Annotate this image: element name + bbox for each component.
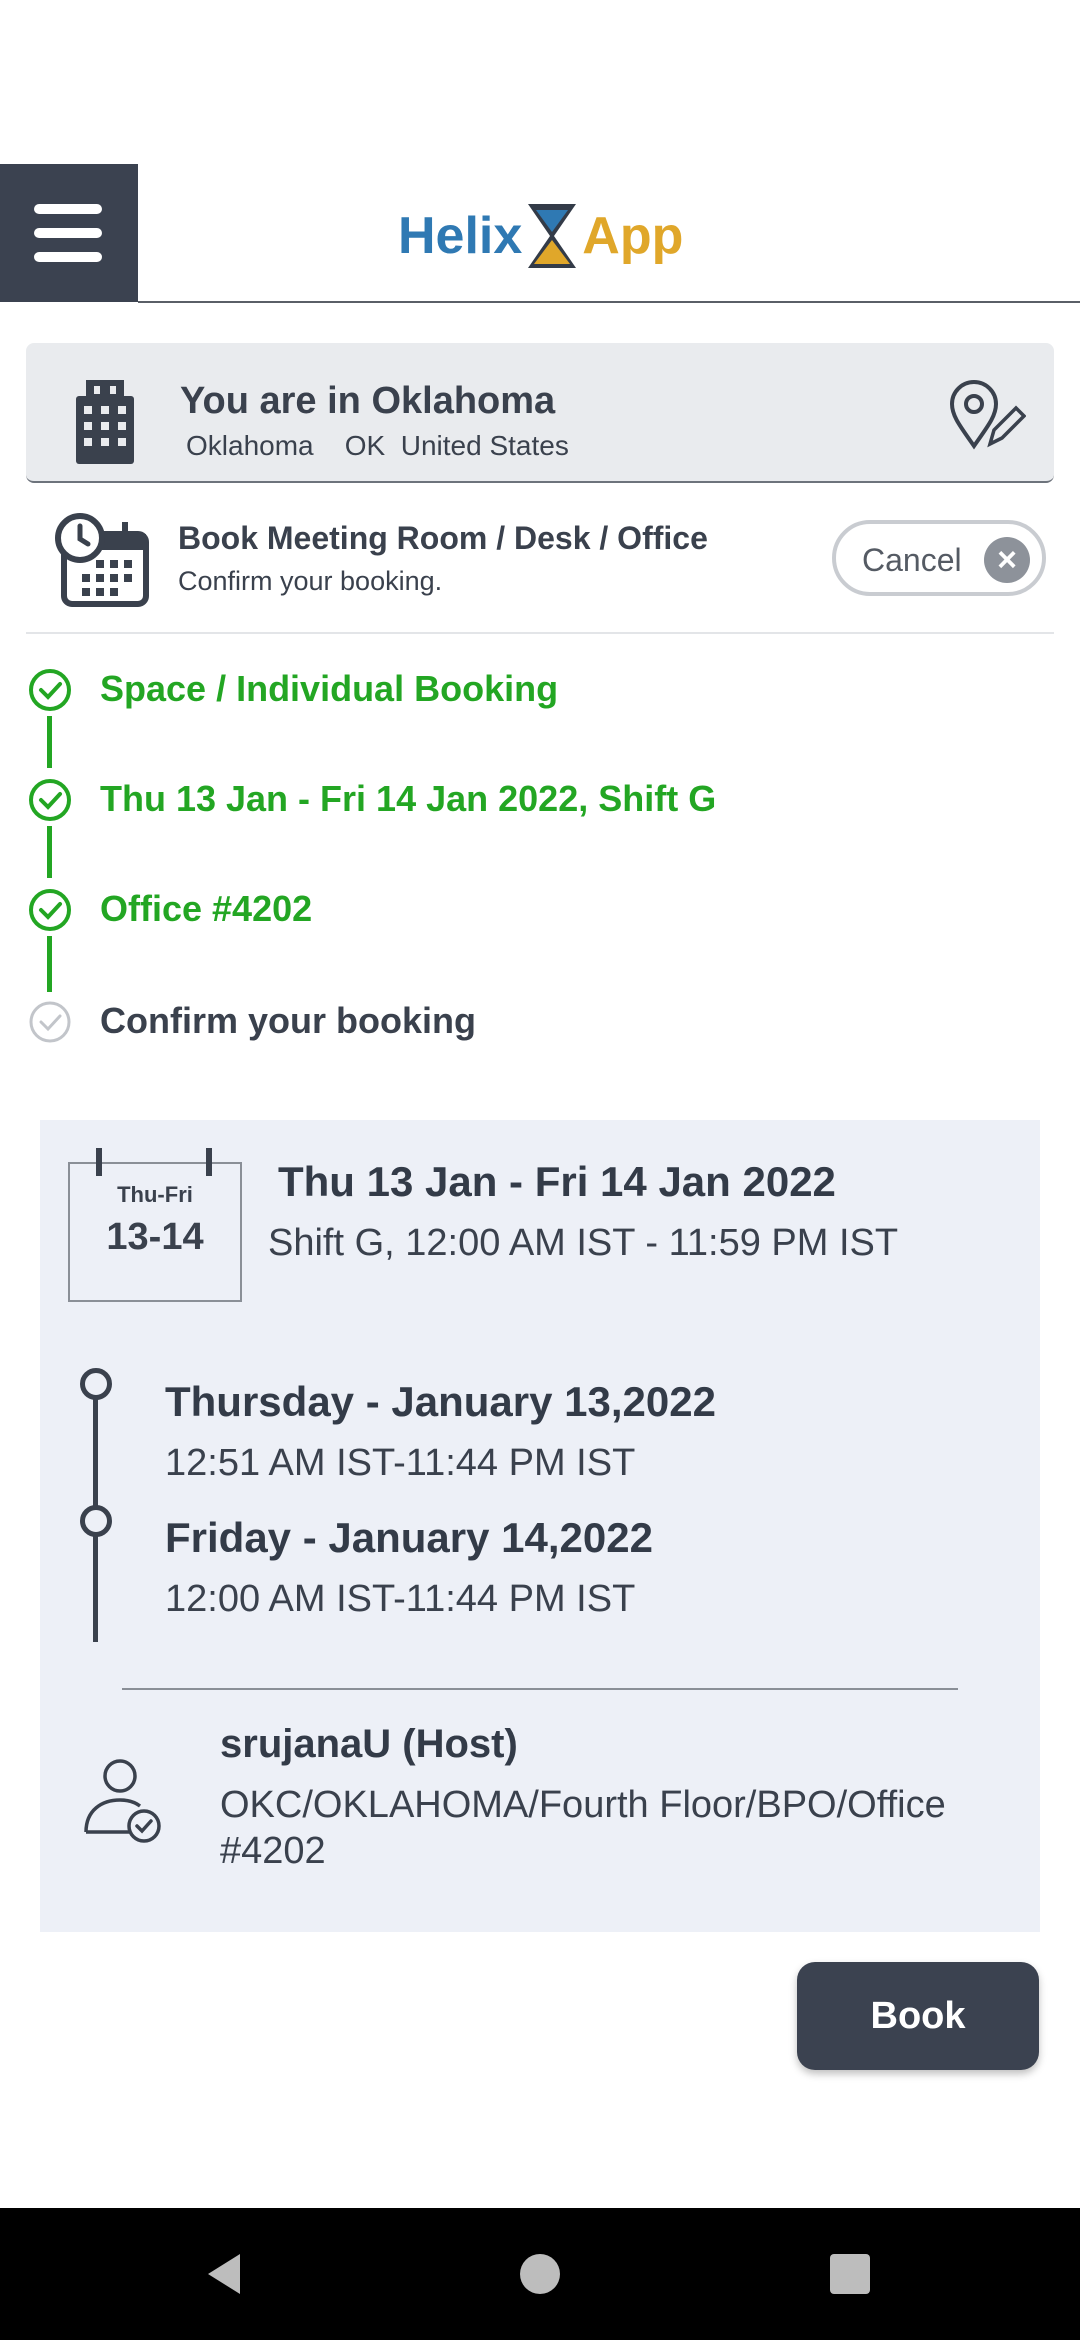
menu-button[interactable] (0, 164, 138, 302)
step-confirm: Confirm your booking (100, 1000, 476, 1041)
day-time: 12:00 AM IST-11:44 PM IST (165, 1578, 636, 1620)
booking-subtitle: Confirm your booking. (178, 566, 443, 596)
calendar-peg (96, 1148, 102, 1176)
step-connector (47, 936, 52, 992)
timeline-dot (80, 1505, 112, 1537)
day-time: 12:51 AM IST-11:44 PM IST (165, 1442, 636, 1484)
header-divider (138, 301, 1080, 303)
location-title: You are in Oklahoma (180, 380, 556, 422)
calendar-peg (206, 1148, 212, 1176)
book-button[interactable]: Book (797, 1962, 1039, 2070)
step-connector (47, 826, 52, 878)
menu-icon-bar (34, 252, 102, 262)
calendar-dates: 13-14 (106, 1216, 204, 1258)
check-circle-icon (29, 669, 71, 711)
close-icon: × (984, 537, 1030, 583)
step-booking-type[interactable]: Space / Individual Booking (100, 668, 558, 710)
book-label: Book (870, 1995, 966, 2037)
shift-details: Shift G, 12:00 AM IST - 11:59 PM IST (268, 1222, 899, 1264)
calendar-days: Thu-Fri (117, 1182, 193, 1207)
date-range-title: Thu 13 Jan - Fri 14 Jan 2022 (278, 1158, 836, 1205)
building-icon (76, 380, 134, 464)
home-icon[interactable] (520, 2254, 560, 2294)
timeline-dot (80, 1368, 112, 1400)
step-connector (47, 716, 52, 768)
step-space[interactable]: Office #4202 (100, 888, 312, 930)
section-divider (26, 632, 1054, 634)
booking-title: Book Meeting Room / Desk / Office (178, 520, 708, 556)
logo-text-app: App (582, 207, 684, 265)
recents-icon[interactable] (830, 2254, 870, 2294)
location-subtitle: Oklahoma OK United States (186, 430, 569, 461)
day-title: Friday - January 14,2022 (165, 1514, 653, 1561)
step-date-shift[interactable]: Thu 13 Jan - Fri 14 Jan 2022, Shift G (100, 778, 716, 820)
system-nav-bar (0, 2208, 1080, 2340)
check-circle-icon (29, 889, 71, 931)
edit-location-icon[interactable] (946, 378, 1026, 450)
menu-icon (34, 204, 102, 214)
app-logo: Helix App (398, 196, 683, 276)
hourglass-icon (528, 204, 577, 268)
cancel-button[interactable]: Cancel × (832, 520, 1046, 596)
menu-icon-bar (34, 228, 102, 238)
host-user-icon (84, 1759, 161, 1843)
day-title: Thursday - January 13,2022 (165, 1378, 716, 1425)
host-name: srujanaU (Host) (220, 1722, 518, 1766)
summary-divider (122, 1688, 958, 1690)
pending-check-icon (29, 1001, 71, 1043)
logo-text-helix: Helix (398, 207, 523, 265)
check-circle-icon (29, 779, 71, 821)
host-location: OKC/OKLAHOMA/Fourth Floor/BPO/Office #42… (220, 1784, 946, 1872)
cancel-label: Cancel (862, 542, 962, 578)
calendar-clock-icon (55, 513, 149, 607)
back-icon[interactable] (204, 2252, 244, 2296)
